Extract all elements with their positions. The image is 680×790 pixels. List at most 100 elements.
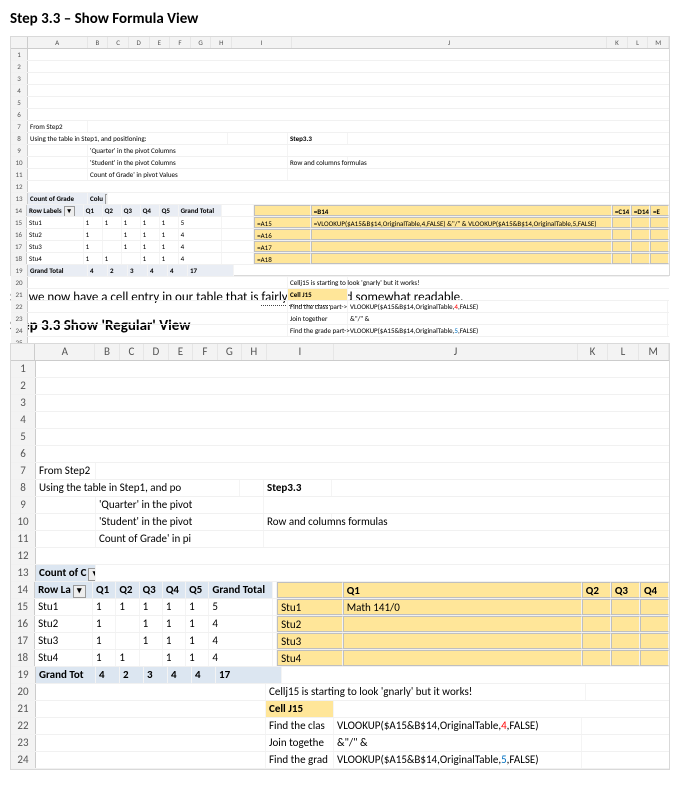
cell[interactable]: 1 (93, 650, 116, 666)
cell[interactable]: 1 (163, 650, 186, 666)
col-I[interactable]: I (267, 344, 335, 360)
cell[interactable]: =A18 (254, 253, 311, 264)
row-hdr[interactable]: 12 (11, 181, 28, 192)
cell[interactable]: Stu2 (35, 616, 93, 632)
cell[interactable]: Step3.3 (264, 480, 332, 496)
cell[interactable]: 1 (93, 599, 116, 615)
cell[interactable] (612, 217, 631, 228)
cell[interactable] (640, 599, 669, 615)
cell[interactable] (122, 253, 141, 264)
cell[interactable] (116, 616, 139, 632)
cell[interactable] (640, 616, 669, 632)
col-K[interactable]: K (578, 344, 608, 360)
cell[interactable] (311, 229, 612, 240)
col-F[interactable]: F (170, 37, 191, 48)
cell[interactable]: 17 (188, 265, 234, 276)
cell[interactable]: Q3 (611, 582, 640, 598)
cell[interactable]: 1 (122, 229, 141, 240)
col-E[interactable]: E (150, 37, 171, 48)
row-hdr[interactable]: 19 (11, 667, 36, 683)
cell[interactable] (582, 616, 611, 632)
cell[interactable]: Stu3 (27, 241, 84, 252)
row-hdr[interactable]: 8 (11, 480, 36, 496)
row-hdr[interactable]: 6 (11, 446, 36, 462)
cell[interactable] (582, 650, 611, 666)
cell[interactable]: Q3 (140, 582, 163, 598)
cell[interactable]: VLOOKUP($A15&B$14,OriginalTable,4,FALSE) (348, 301, 668, 312)
cell[interactable]: Stu2 (277, 616, 343, 632)
cell[interactable] (650, 241, 669, 252)
cell[interactable]: 1 (84, 217, 103, 228)
col-D[interactable]: D (129, 37, 150, 48)
col-H[interactable]: H (211, 37, 232, 48)
cell[interactable]: Grand Total (209, 582, 273, 598)
cell[interactable]: 1 (160, 253, 179, 264)
cell[interactable]: Q2 (103, 205, 122, 216)
cell[interactable]: 3 (144, 667, 168, 683)
row-hdr[interactable]: 6 (11, 109, 28, 120)
cell[interactable]: 1 (122, 241, 141, 252)
cell[interactable]: VLOOKUP($A15&B$14,OriginalTable,5,FALSE) (334, 752, 582, 768)
cell[interactable] (277, 582, 343, 598)
cell[interactable]: Grand Tot (36, 667, 96, 683)
cell[interactable] (311, 253, 612, 264)
cell[interactable]: 5 (209, 599, 273, 615)
cell[interactable]: Stu2 (27, 229, 84, 240)
row-hdr[interactable]: 4 (11, 412, 36, 428)
cell[interactable]: 3 (128, 265, 148, 276)
cell[interactable]: 4 (96, 667, 120, 683)
col-C[interactable]: C (108, 37, 129, 48)
cell[interactable] (640, 650, 669, 666)
col-A[interactable]: A (35, 344, 95, 360)
cell[interactable]: 1 (141, 241, 160, 252)
cell[interactable]: Stu1 (35, 599, 93, 615)
cell[interactable]: Q4 (163, 582, 186, 598)
row-hdr[interactable]: 2 (11, 61, 28, 72)
cell[interactable]: 1 (103, 253, 122, 264)
cell-j15-label[interactable]: Cell J15 (288, 289, 348, 300)
filter-dropdown-icon[interactable]: ▾ (88, 568, 96, 581)
row-hdr[interactable]: 8 (11, 133, 28, 144)
cell[interactable]: Q4 (141, 205, 160, 216)
cell[interactable] (650, 253, 669, 264)
cell[interactable]: Stu3 (277, 633, 343, 649)
cell[interactable]: =B14 (311, 205, 612, 216)
col-G[interactable]: G (218, 344, 242, 360)
cell[interactable] (611, 616, 640, 632)
cell[interactable]: 1 (160, 241, 179, 252)
cell[interactable] (140, 650, 163, 666)
cell[interactable] (311, 241, 612, 252)
cell[interactable]: 4 (179, 253, 222, 264)
cell[interactable]: 1 (163, 616, 186, 632)
col-E[interactable]: E (169, 344, 193, 360)
cell[interactable] (103, 229, 122, 240)
row-hdr[interactable]: 19 (11, 265, 28, 276)
row-hdr[interactable]: 10 (11, 514, 36, 530)
row-hdr[interactable]: 10 (11, 157, 28, 168)
cell[interactable]: Q2 (116, 582, 139, 598)
cell[interactable]: Q4 (640, 582, 669, 598)
cell[interactable]: 1 (103, 217, 122, 228)
cell[interactable] (611, 633, 640, 649)
cell[interactable]: From Step2 (36, 463, 96, 479)
cell[interactable]: 1 (186, 616, 209, 632)
cell[interactable]: 1 (163, 633, 186, 649)
cell[interactable]: &"/" & (334, 735, 582, 751)
cell[interactable]: Cellj15 is starting to look 'gnarly' but… (266, 684, 586, 700)
cell[interactable] (103, 241, 122, 252)
row-hdr[interactable]: 12 (11, 548, 36, 564)
cell[interactable]: =A17 (254, 241, 311, 252)
col-J[interactable]: J (334, 344, 578, 360)
cell[interactable]: 4 (88, 265, 108, 276)
cell[interactable]: Find the class part-> (288, 301, 348, 312)
cell[interactable] (650, 229, 669, 240)
cell[interactable]: 1 (141, 229, 160, 240)
cell[interactable] (611, 599, 640, 615)
cell[interactable] (612, 229, 631, 240)
cell[interactable]: 'Student' in the pivot Columns (88, 157, 288, 168)
cell[interactable]: &"/" & (348, 313, 668, 324)
cell[interactable]: Using the table in Step1, and po (36, 480, 240, 496)
pivot-col-header[interactable]: Colu▾ (88, 193, 108, 204)
col-M[interactable]: M (648, 37, 669, 48)
cell[interactable]: 4 (168, 265, 188, 276)
